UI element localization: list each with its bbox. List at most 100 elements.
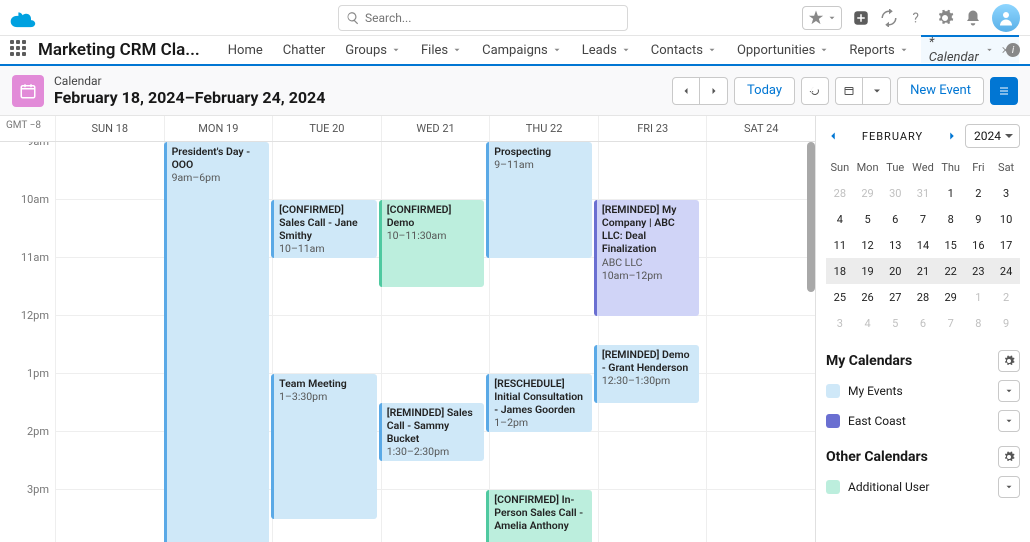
scrollbar-thumb[interactable] (807, 142, 815, 292)
add-icon[interactable] (852, 9, 870, 27)
mini-day[interactable]: 10 (992, 206, 1020, 232)
grid-cell[interactable] (489, 258, 598, 315)
mini-day[interactable]: 4 (826, 206, 854, 232)
mini-day[interactable]: 12 (854, 232, 882, 258)
next-month-button[interactable] (945, 129, 959, 143)
year-selector[interactable]: 2024 (965, 124, 1020, 148)
new-event-button[interactable]: New Event (897, 77, 984, 105)
side-panel-toggle[interactable] (990, 77, 1018, 105)
mini-day[interactable]: 27 (881, 284, 909, 310)
mini-day[interactable]: 11 (826, 232, 854, 258)
grid-cell[interactable] (381, 490, 490, 542)
grid-cell[interactable] (55, 316, 164, 373)
grid-cell[interactable] (706, 432, 815, 489)
mini-day[interactable]: 19 (854, 258, 882, 284)
grid-cell[interactable] (272, 316, 381, 373)
grid-cell[interactable] (706, 258, 815, 315)
grid-cell[interactable] (706, 142, 815, 199)
sync-icon[interactable] (880, 9, 898, 27)
grid-cell[interactable] (598, 490, 707, 542)
calendar-event[interactable]: [CONFIRMED] Demo10–11:30am (379, 200, 485, 287)
view-selector-chevron[interactable] (863, 77, 891, 105)
mini-day[interactable]: 5 (854, 206, 882, 232)
grid-cell[interactable] (272, 258, 381, 315)
calendar-event[interactable]: [REMINDED] My Company | ABC LLC: Deal Fi… (594, 200, 700, 316)
mini-day[interactable]: 1 (965, 284, 993, 310)
help-icon[interactable]: ? (908, 9, 926, 27)
mini-day[interactable]: 9 (965, 206, 993, 232)
mini-day[interactable]: 2 (965, 180, 993, 206)
other-calendars-settings[interactable] (998, 446, 1020, 468)
user-avatar[interactable] (992, 4, 1020, 32)
grid-cell[interactable] (55, 142, 164, 199)
calendar-event[interactable]: [RESCHEDULE] Initial Consultation - Jame… (486, 374, 592, 432)
grid-cell[interactable] (489, 316, 598, 373)
mini-day[interactable]: 6 (909, 310, 937, 336)
app-launcher-icon[interactable] (10, 40, 26, 60)
mini-day[interactable]: 23 (965, 258, 993, 284)
calendar-event[interactable]: [CONFIRMED] Sales Call - Jane Smithy10–1… (271, 200, 377, 258)
nav-item[interactable]: Chatter (275, 36, 334, 64)
mini-day[interactable]: 14 (909, 232, 937, 258)
legend-menu-button[interactable] (998, 380, 1020, 402)
my-calendars-settings[interactable] (998, 350, 1020, 372)
mini-day[interactable]: 3 (826, 310, 854, 336)
mini-day[interactable]: 30 (881, 180, 909, 206)
mini-day[interactable]: 21 (909, 258, 937, 284)
nav-item[interactable]: Leads (574, 36, 639, 64)
grid-cell[interactable] (381, 142, 490, 199)
mini-day[interactable]: 3 (992, 180, 1020, 206)
mini-day[interactable]: 25 (826, 284, 854, 310)
mini-day[interactable]: 9 (992, 310, 1020, 336)
prev-week-button[interactable] (672, 77, 700, 105)
calendar-event[interactable]: [REMINDED] Sales Call - Sammy Bucket1:30… (379, 403, 485, 461)
calendar-event[interactable]: [REMINDED] Demo - Grant Henderson12:30–1… (594, 345, 700, 403)
calendar-event[interactable]: President's Day - OOO9am–6pm (164, 142, 270, 542)
mini-day[interactable]: 1 (937, 180, 965, 206)
prev-month-button[interactable] (826, 129, 840, 143)
legend-menu-button[interactable] (998, 476, 1020, 498)
mini-day[interactable]: 8 (965, 310, 993, 336)
mini-day[interactable]: 20 (881, 258, 909, 284)
search-input[interactable] (338, 5, 628, 31)
mini-day[interactable]: 8 (937, 206, 965, 232)
nav-item[interactable]: Home (220, 36, 271, 64)
nav-item[interactable]: Contacts (643, 36, 725, 64)
mini-day[interactable]: 22 (937, 258, 965, 284)
calendar-event[interactable]: Team Meeting1–3:30pm (271, 374, 377, 519)
grid-cell[interactable] (706, 490, 815, 542)
view-selector-button[interactable] (835, 77, 863, 105)
notifications-icon[interactable] (964, 9, 982, 27)
mini-day[interactable]: 17 (992, 232, 1020, 258)
grid-cell[interactable] (598, 432, 707, 489)
nav-item-calendar[interactable]: * Calendar (921, 35, 1019, 63)
mini-day[interactable]: 6 (881, 206, 909, 232)
nav-item[interactable]: Groups (337, 36, 409, 64)
grid-cell[interactable] (55, 374, 164, 431)
nav-item[interactable]: Reports (841, 36, 916, 64)
mini-day[interactable]: 24 (992, 258, 1020, 284)
favorites-button[interactable] (802, 6, 842, 30)
grid-cell[interactable] (598, 142, 707, 199)
mini-day[interactable]: 18 (826, 258, 854, 284)
mini-day[interactable]: 28 (826, 180, 854, 206)
mini-day[interactable]: 31 (909, 180, 937, 206)
mini-day[interactable]: 5 (881, 310, 909, 336)
mini-day[interactable]: 16 (965, 232, 993, 258)
grid-cell[interactable] (706, 200, 815, 257)
grid-cell[interactable] (381, 316, 490, 373)
grid-cell[interactable] (706, 374, 815, 431)
info-icon[interactable]: i (1006, 43, 1020, 57)
refresh-button[interactable] (801, 77, 829, 105)
mini-day[interactable]: 7 (909, 206, 937, 232)
grid-cell[interactable] (706, 316, 815, 373)
grid-cell[interactable] (55, 490, 164, 542)
today-button[interactable]: Today (734, 77, 795, 105)
mini-day[interactable]: 28 (909, 284, 937, 310)
mini-day[interactable]: 13 (881, 232, 909, 258)
grid-cell[interactable] (55, 200, 164, 257)
nav-item-more[interactable]: * More (1023, 36, 1030, 64)
nav-item[interactable]: Campaigns (474, 36, 570, 64)
calendar-event[interactable]: Prospecting9–11am (486, 142, 592, 258)
settings-icon[interactable] (936, 9, 954, 27)
